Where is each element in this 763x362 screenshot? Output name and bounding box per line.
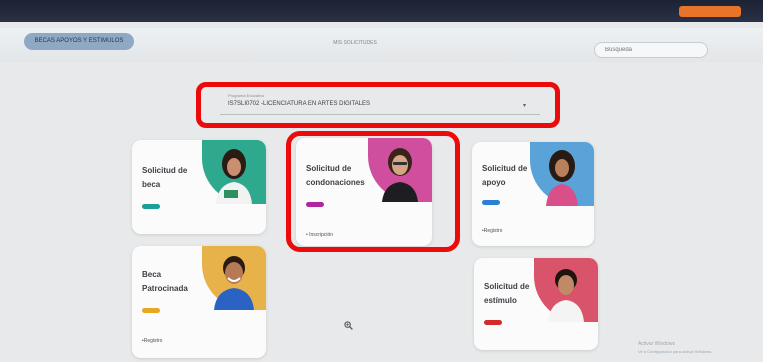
card-title-line1: Beca xyxy=(142,270,162,279)
card-color-bar xyxy=(142,204,160,209)
card-title-line1: Solicitud de xyxy=(306,164,352,173)
program-select[interactable]: Programa Educativo IS7SLI0702 -LICENCIAT… xyxy=(220,93,540,115)
zoom-in-icon[interactable] xyxy=(344,321,353,330)
student-photo xyxy=(214,256,254,310)
card-title-line2: Patrocinada xyxy=(142,284,188,293)
card-illustration xyxy=(534,258,598,322)
card-solicitud-apoyo[interactable]: Solicitud de apoyo •Registro xyxy=(472,142,594,246)
watermark-subtitle: Ve a Configuración para activar Windows. xyxy=(638,349,713,354)
card-title-line2: estímulo xyxy=(484,296,517,305)
student-photo xyxy=(382,148,418,202)
page-title: MIS SOLICITUDES xyxy=(333,40,377,46)
card-illustration xyxy=(368,138,432,202)
registro-link[interactable]: •Registro xyxy=(482,228,502,234)
card-illustration xyxy=(530,142,594,206)
card-title-line2: condonaciones xyxy=(306,178,365,187)
card-beca-patrocinada[interactable]: Beca Patrocinada •Registro xyxy=(132,246,266,358)
card-illustration xyxy=(202,246,266,310)
inscripcion-link[interactable]: • Inscripción xyxy=(306,232,333,238)
watermark-title: Activar Windows xyxy=(638,341,675,347)
top-bar xyxy=(0,0,763,22)
card-title-line2: apoyo xyxy=(482,178,506,187)
card-color-bar xyxy=(142,308,160,313)
card-color-bar xyxy=(482,200,500,205)
program-select-value: IS7SLI0702 -LICENCIATURA EN ARTES DIGITA… xyxy=(228,101,371,107)
card-title-line2: beca xyxy=(142,180,161,189)
windows-activation-watermark: Activar Windows Ve a Configuración para … xyxy=(638,341,758,355)
card-solicitud-beca[interactable]: Solicitud de beca xyxy=(132,140,266,234)
tab-becas-apoyos-estimulos[interactable]: BECAS APOYOS Y ESTIMULOS xyxy=(24,33,134,50)
user-button[interactable] xyxy=(679,6,741,17)
card-title-line1: Solicitud de xyxy=(482,164,528,173)
student-photo xyxy=(548,269,584,322)
card-title-line1: Solicitud de xyxy=(484,282,530,291)
card-title-line1: Solicitud de xyxy=(142,166,188,175)
card-illustration xyxy=(202,140,266,204)
student-photo xyxy=(216,149,252,204)
card-color-bar xyxy=(306,202,324,207)
card-solicitud-condonaciones[interactable]: Solicitud de condonaciones • Inscripción xyxy=(296,138,432,246)
student-photo xyxy=(546,150,578,206)
registro-link[interactable]: •Registro xyxy=(142,338,162,344)
card-solicitud-estimulo[interactable]: Solicitud de estímulo xyxy=(474,258,598,350)
search-input[interactable] xyxy=(594,42,708,58)
card-color-bar xyxy=(484,320,502,325)
program-select-label: Programa Educativo xyxy=(228,93,265,98)
chevron-down-icon: ▾ xyxy=(522,103,526,109)
